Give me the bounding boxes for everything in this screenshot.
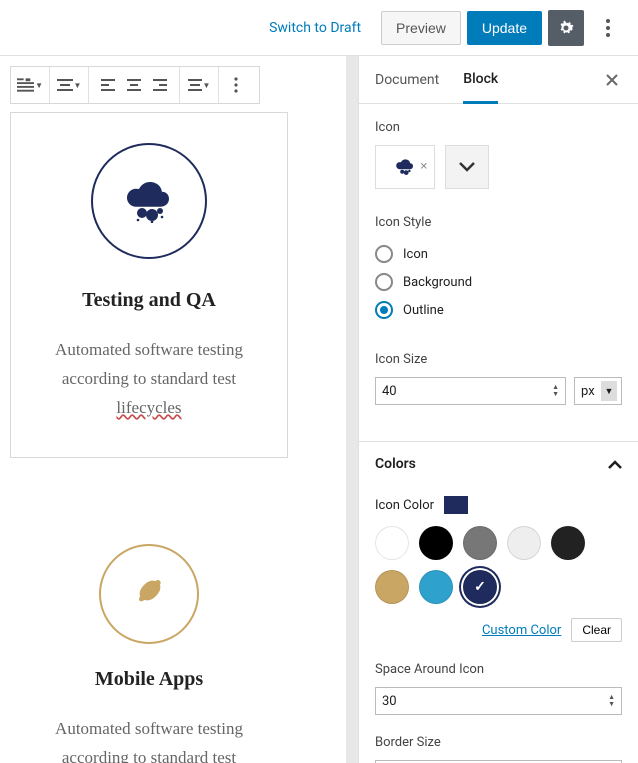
align-right-icon bbox=[153, 79, 167, 91]
color-swatch[interactable] bbox=[419, 526, 453, 560]
color-swatch[interactable] bbox=[507, 526, 541, 560]
chevron-up-icon bbox=[608, 460, 622, 469]
current-color-swatch bbox=[444, 496, 468, 514]
stepper-icon[interactable]: ▲▼ bbox=[552, 384, 559, 398]
color-swatch[interactable] bbox=[375, 570, 409, 604]
block-type-icon bbox=[17, 78, 34, 92]
block-title: Testing and QA bbox=[31, 289, 267, 312]
color-swatch[interactable] bbox=[551, 526, 585, 560]
block-type-button[interactable]: ▼ bbox=[17, 72, 43, 98]
block-title: Mobile Apps bbox=[30, 668, 268, 691]
more-menu-button[interactable] bbox=[590, 10, 626, 46]
color-swatch[interactable] bbox=[463, 526, 497, 560]
cloud-blob-icon bbox=[395, 158, 415, 176]
space-around-input[interactable]: 30 ▲▼ bbox=[375, 687, 622, 715]
block-description: Automated software testing according to … bbox=[30, 715, 268, 763]
radio-icon[interactable]: Icon bbox=[375, 240, 622, 268]
clear-icon-mini[interactable]: ✕ bbox=[420, 162, 428, 173]
align-icon bbox=[57, 79, 73, 91]
preview-button[interactable]: Preview bbox=[381, 11, 461, 45]
align-center-icon bbox=[127, 79, 141, 91]
icon-color-label: Icon Color bbox=[375, 498, 434, 513]
icon-expand-button[interactable] bbox=[445, 145, 489, 189]
color-swatch[interactable] bbox=[419, 570, 453, 604]
color-swatch-selected[interactable] bbox=[463, 570, 497, 604]
scroll-gap bbox=[346, 56, 358, 763]
border-size-label: Border Size bbox=[375, 735, 622, 750]
text-align-button[interactable]: ▼ bbox=[186, 72, 212, 98]
update-button[interactable]: Update bbox=[467, 11, 542, 45]
colors-section-header[interactable]: Colors bbox=[359, 441, 638, 486]
custom-color-link[interactable]: Custom Color bbox=[482, 623, 561, 638]
icon-circle bbox=[99, 544, 199, 644]
icon-style-radios: Icon Background Outline bbox=[375, 240, 622, 324]
dots-vertical-icon bbox=[234, 77, 238, 93]
radio-outline[interactable]: Outline bbox=[375, 296, 622, 324]
chevron-down-icon bbox=[459, 162, 475, 172]
icon-style-label: Icon Style bbox=[375, 215, 622, 230]
close-sidebar-button[interactable] bbox=[602, 70, 622, 90]
block-more-button[interactable] bbox=[219, 67, 253, 103]
text-align-icon bbox=[188, 79, 202, 91]
cloud-blob-icon bbox=[124, 179, 174, 223]
lemon-icon bbox=[132, 577, 166, 611]
block-toolbar: ▼ ▼ ▼ bbox=[10, 66, 260, 104]
editor-canvas: ▼ ▼ ▼ bbox=[0, 56, 346, 763]
color-swatch[interactable] bbox=[375, 526, 409, 560]
sidebar-tabs: Document Block bbox=[359, 56, 638, 104]
radio-background[interactable]: Background bbox=[375, 268, 622, 296]
settings-button[interactable] bbox=[548, 10, 584, 46]
settings-sidebar: Document Block Icon ✕ Icon Style Icon Ba… bbox=[358, 56, 638, 763]
icon-picker-button[interactable]: ✕ bbox=[375, 145, 435, 189]
icon-size-input[interactable]: 40 ▲▼ bbox=[375, 377, 566, 405]
top-toolbar: Switch to Draft Preview Update bbox=[0, 0, 638, 56]
icon-size-label: Icon Size bbox=[375, 352, 622, 367]
icon-label: Icon bbox=[375, 120, 622, 135]
tab-document[interactable]: Document bbox=[375, 58, 439, 102]
align-left-button[interactable] bbox=[95, 72, 121, 98]
align-button[interactable]: ▼ bbox=[56, 72, 82, 98]
color-palette bbox=[375, 526, 595, 604]
tab-block[interactable]: Block bbox=[463, 57, 498, 104]
space-around-label: Space Around Icon bbox=[375, 662, 622, 677]
close-icon bbox=[606, 74, 618, 86]
chevron-down-icon: ▼ bbox=[601, 381, 617, 401]
dots-vertical-icon bbox=[606, 19, 610, 37]
gear-icon bbox=[556, 18, 576, 38]
icon-circle bbox=[91, 143, 207, 259]
stepper-icon[interactable]: ▲▼ bbox=[608, 694, 615, 708]
clear-color-button[interactable]: Clear bbox=[571, 618, 622, 642]
switch-to-draft-link[interactable]: Switch to Draft bbox=[269, 20, 361, 36]
block-testing-qa[interactable]: Testing and QA Automated software testin… bbox=[10, 112, 288, 458]
block-mobile-apps[interactable]: Mobile Apps Automated software testing a… bbox=[10, 504, 288, 763]
align-left-icon bbox=[101, 79, 115, 91]
align-center-button[interactable] bbox=[121, 72, 147, 98]
block-description: Automated software testing according to … bbox=[31, 336, 267, 423]
icon-size-unit-select[interactable]: px ▼ bbox=[574, 377, 622, 405]
align-right-button[interactable] bbox=[147, 72, 173, 98]
